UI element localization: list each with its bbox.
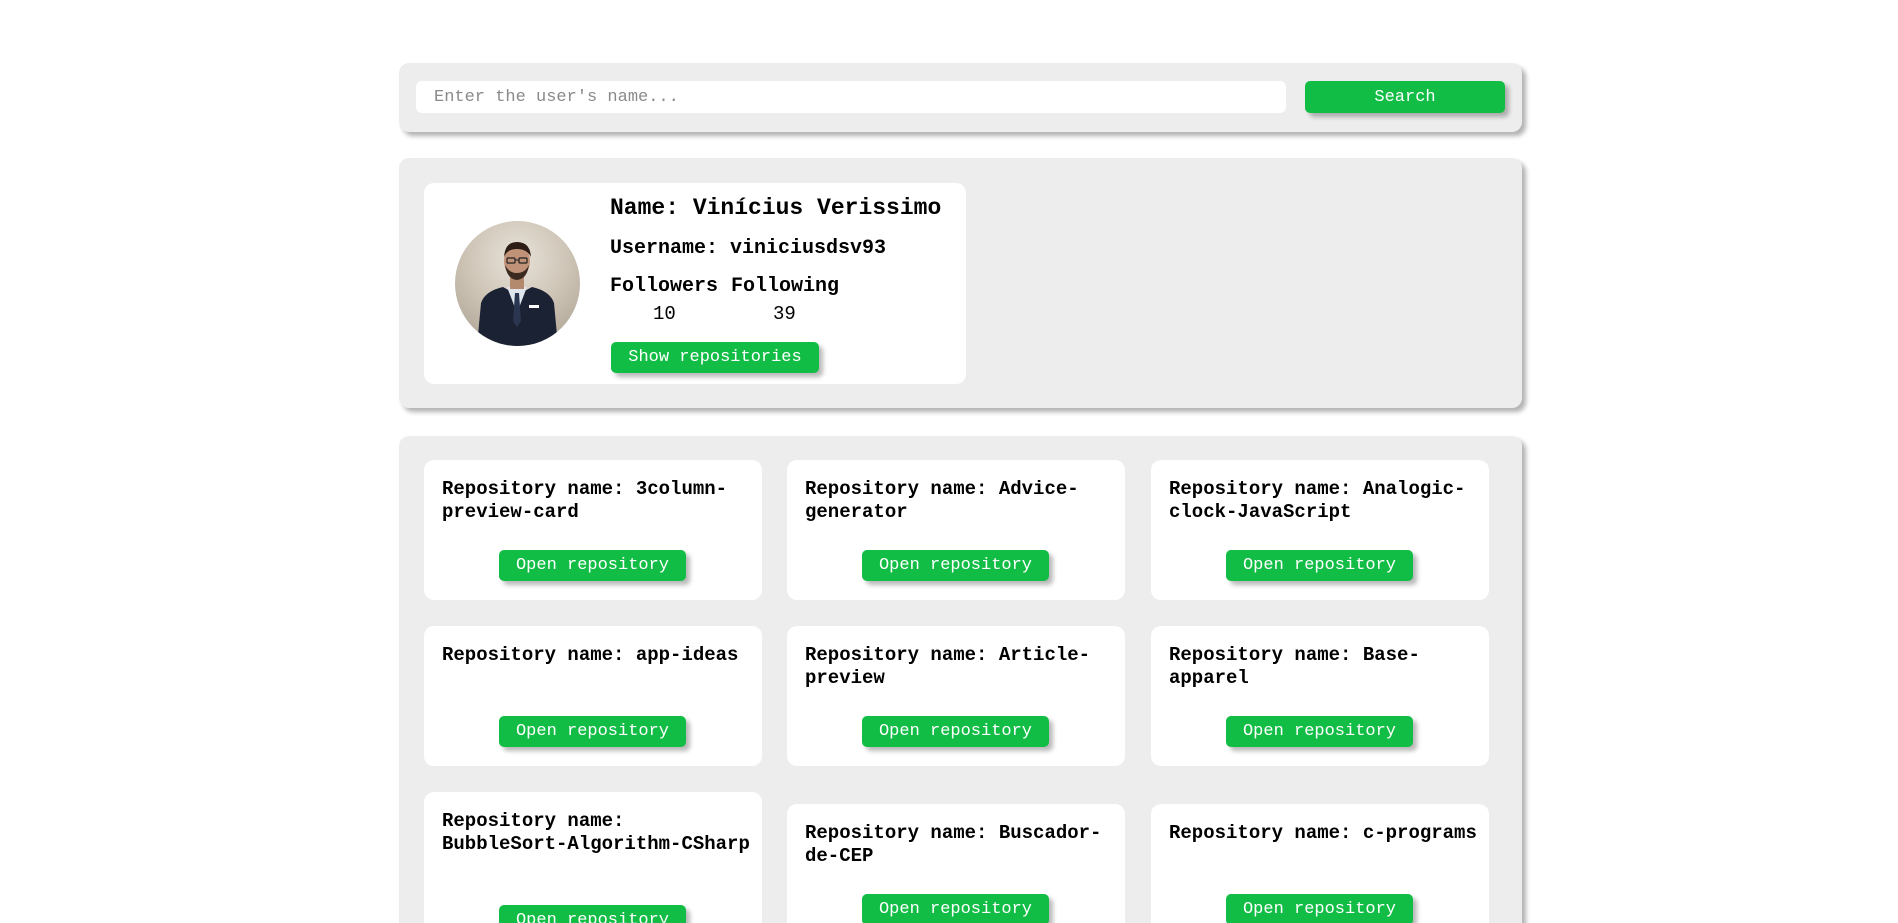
following-count: 39	[773, 303, 796, 325]
profile-panel: Name: Vinícius Verissimo Username: vinic…	[399, 158, 1522, 408]
repo-card: Repository name: c-programs Open reposit…	[1151, 804, 1489, 923]
open-repository-button[interactable]: Open repository	[862, 550, 1049, 581]
repo-card: Repository name: 3column-preview-card Op…	[424, 460, 762, 600]
repo-card: Repository name: Base-apparel Open repos…	[1151, 626, 1489, 766]
repo-title: Repository name: 3column-preview-card	[442, 478, 728, 523]
open-repository-button[interactable]: Open repository	[1226, 894, 1413, 923]
followers-count: 10	[653, 303, 676, 325]
show-repositories-button[interactable]: Show repositories	[611, 342, 819, 373]
repo-card: Repository name: Article-preview Open re…	[787, 626, 1125, 766]
repo-title: Repository name: Analogic-clock-JavaScri…	[1169, 478, 1466, 523]
open-repository-button[interactable]: Open repository	[1226, 716, 1413, 747]
open-repository-button[interactable]: Open repository	[499, 716, 686, 747]
repo-title: Repository name: c-programs	[1169, 822, 1477, 844]
followers-label: Followers	[610, 275, 719, 298]
search-panel: Search	[399, 63, 1522, 132]
repo-card: Repository name: BubbleSort-Algorithm-CS…	[424, 792, 762, 923]
repo-card: Repository name: Analogic-clock-JavaScri…	[1151, 460, 1489, 600]
repo-title: Repository name: Buscador-de-CEP	[805, 822, 1102, 867]
open-repository-button[interactable]: Open repository	[862, 894, 1049, 923]
profile-username: Username: viniciusdsv93	[610, 237, 887, 260]
repositories-panel: Repository name: 3column-preview-card Op…	[399, 436, 1522, 923]
repo-title: Repository name: Advice-generator	[805, 478, 1079, 523]
open-repository-button[interactable]: Open repository	[1226, 550, 1413, 581]
open-repository-button[interactable]: Open repository	[862, 716, 1049, 747]
repo-card: Repository name: Advice-generator Open r…	[787, 460, 1125, 600]
search-button[interactable]: Search	[1305, 81, 1505, 113]
repo-card: Repository name: app-ideas Open reposito…	[424, 626, 762, 766]
following-label: Following	[731, 275, 840, 298]
open-repository-button[interactable]: Open repository	[499, 905, 686, 923]
avatar	[455, 221, 580, 346]
profile-name: Name: Vinícius Verissimo	[610, 195, 942, 221]
repo-title: Repository name: app-ideas	[442, 644, 739, 666]
repo-title: Repository name: Article-preview	[805, 644, 1091, 689]
avatar-person-icon	[477, 242, 558, 346]
search-input[interactable]	[416, 81, 1286, 113]
repo-title: Repository name: Base-apparel	[1169, 644, 1420, 689]
profile-card: Name: Vinícius Verissimo Username: vinic…	[424, 183, 966, 384]
repo-title: Repository name: BubbleSort-Algorithm-CS…	[442, 810, 750, 855]
open-repository-button[interactable]: Open repository	[499, 550, 686, 581]
repo-card: Repository name: Buscador-de-CEP Open re…	[787, 804, 1125, 923]
page: Search	[0, 0, 1898, 923]
